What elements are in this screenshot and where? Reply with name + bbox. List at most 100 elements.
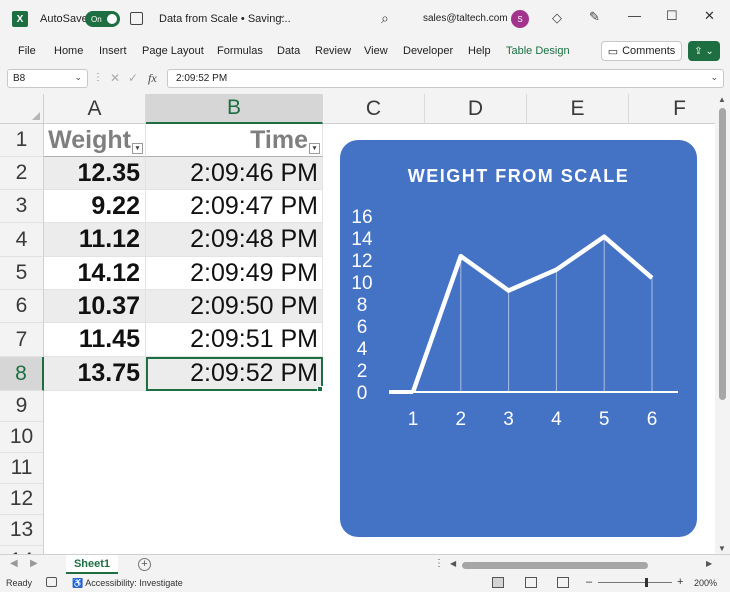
- scroll-left-icon[interactable]: ◀: [450, 559, 456, 568]
- horizontal-scrollbar[interactable]: ◀ ▶: [450, 559, 714, 571]
- close-button[interactable]: ✕: [704, 8, 715, 24]
- weight-cell[interactable]: 9.22: [44, 190, 146, 223]
- avatar[interactable]: S: [511, 10, 529, 28]
- more-icon[interactable]: ⋮: [434, 558, 444, 569]
- minimize-button[interactable]: —: [628, 8, 641, 23]
- fill-handle[interactable]: [317, 386, 323, 392]
- row-header-6[interactable]: 6: [0, 290, 44, 323]
- weight-cell[interactable]: 12.35: [44, 157, 146, 190]
- column-header-b[interactable]: B: [146, 94, 323, 124]
- time-cell[interactable]: 2:09:51 PM: [146, 323, 323, 357]
- scroll-up-icon[interactable]: ▲: [718, 95, 726, 104]
- chart-plot: 02468101214161 2 3 4 5 6: [351, 207, 678, 430]
- scroll-right-icon[interactable]: ▶: [706, 559, 712, 568]
- accessibility-status[interactable]: ♿ Accessibility: Investigate: [72, 578, 183, 589]
- weight-cell[interactable]: 14.12: [44, 257, 146, 290]
- time-cell[interactable]: 2:09:48 PM: [146, 223, 323, 257]
- search-icon[interactable]: ⌕: [381, 10, 389, 27]
- column-header-a[interactable]: A: [44, 94, 146, 124]
- chevron-down-icon[interactable]: ⌄: [74, 72, 82, 83]
- scroll-down-icon[interactable]: ▼: [718, 544, 726, 553]
- cell-a1[interactable]: Weight ▾: [44, 124, 146, 157]
- horizontal-scroll-thumb[interactable]: [462, 562, 648, 569]
- page-break-view-icon[interactable]: [557, 577, 569, 588]
- tab-data[interactable]: Data: [277, 45, 300, 57]
- zoom-out-icon[interactable]: –: [586, 576, 592, 588]
- zoom-slider[interactable]: [598, 582, 672, 583]
- row-header-8[interactable]: 8: [0, 357, 44, 391]
- chevron-down-icon[interactable]: ⌄: [278, 10, 286, 21]
- tab-table-design[interactable]: Table Design: [506, 45, 570, 57]
- weight-cell[interactable]: 10.37: [44, 290, 146, 323]
- row-header-7[interactable]: 7: [0, 323, 44, 357]
- row-header-1[interactable]: 1: [0, 124, 44, 157]
- row-header-2[interactable]: 2: [0, 157, 44, 190]
- tab-page-layout[interactable]: Page Layout: [142, 45, 204, 57]
- row-header-14[interactable]: 14: [0, 546, 44, 554]
- weight-cell[interactable]: 11.12: [44, 223, 146, 257]
- row-header-9[interactable]: 9: [0, 391, 44, 422]
- macro-record-icon[interactable]: [46, 577, 57, 587]
- account-email[interactable]: sales@taltech.com: [423, 13, 508, 24]
- insert-function-icon[interactable]: fx: [148, 71, 157, 86]
- filter-dropdown-icon[interactable]: ▾: [132, 143, 143, 154]
- zoom-in-icon[interactable]: +: [677, 576, 683, 588]
- add-sheet-icon[interactable]: +: [138, 558, 151, 571]
- page-layout-view-icon[interactable]: [525, 577, 537, 588]
- vertical-scrollbar[interactable]: ▲ ▼: [715, 94, 730, 556]
- weight-cell[interactable]: 13.75: [44, 357, 146, 391]
- tab-help[interactable]: Help: [468, 45, 491, 57]
- tab-developer[interactable]: Developer: [403, 45, 453, 57]
- zoom-level[interactable]: 200%: [694, 578, 717, 588]
- weight-cell[interactable]: 11.45: [44, 323, 146, 357]
- time-cell[interactable]: 2:09:49 PM: [146, 257, 323, 290]
- row-header-3[interactable]: 3: [0, 190, 44, 223]
- sheet-tab[interactable]: Sheet1: [66, 555, 118, 574]
- chevron-down-icon[interactable]: ⌄: [710, 72, 718, 83]
- tab-formulas[interactable]: Formulas: [217, 45, 263, 57]
- row-header-11[interactable]: 11: [0, 453, 44, 484]
- cancel-icon[interactable]: ✕: [110, 71, 120, 85]
- column-header-c[interactable]: C: [323, 94, 425, 124]
- tab-home[interactable]: Home: [54, 45, 83, 57]
- prev-sheet-icon[interactable]: ◀: [10, 558, 18, 569]
- share-button[interactable]: ⇪ ⌄: [688, 41, 720, 61]
- select-all-corner[interactable]: [0, 94, 44, 124]
- maximize-button[interactable]: ☐: [666, 8, 678, 24]
- tab-file[interactable]: File: [18, 45, 36, 57]
- column-header-d[interactable]: D: [425, 94, 527, 124]
- comments-button[interactable]: ▭ Comments: [601, 41, 682, 61]
- row-header-12[interactable]: 12: [0, 484, 44, 515]
- tab-view[interactable]: View: [364, 45, 388, 57]
- row-header-10[interactable]: 10: [0, 422, 44, 453]
- zoom-slider-knob[interactable]: [645, 578, 648, 587]
- diamond-icon[interactable]: ◇: [552, 10, 562, 26]
- time-cell[interactable]: 2:09:52 PM: [146, 357, 323, 391]
- column-header-e[interactable]: E: [527, 94, 629, 124]
- more-icon[interactable]: ⋮: [93, 72, 103, 83]
- name-box[interactable]: B8 ⌄: [7, 69, 88, 88]
- worksheet-grid[interactable]: A B C D E F 1 2 3 4 5 6 7 8 9 10 11 12 1…: [0, 94, 715, 554]
- row-header-5[interactable]: 5: [0, 257, 44, 290]
- status-bar: Ready ♿ Accessibility: Investigate – + 2…: [0, 574, 730, 592]
- tab-insert[interactable]: Insert: [99, 45, 127, 57]
- cell-b1[interactable]: Time ▾: [146, 124, 323, 157]
- time-cell[interactable]: 2:09:50 PM: [146, 290, 323, 323]
- vertical-scroll-thumb[interactable]: [719, 108, 726, 400]
- check-icon[interactable]: ✓: [128, 71, 138, 85]
- row-header-4[interactable]: 4: [0, 223, 44, 257]
- document-title[interactable]: Data from Scale • Saving...: [159, 13, 291, 25]
- row-header-13[interactable]: 13: [0, 515, 44, 546]
- line-chart[interactable]: WEIGHT FROM SCALE 0 2 4 6 8 10 12 14 16 1 2 3 4 5 6: [340, 140, 697, 537]
- time-cell[interactable]: 2:09:47 PM: [146, 190, 323, 223]
- filter-dropdown-icon[interactable]: ▾: [309, 143, 320, 154]
- tab-review[interactable]: Review: [315, 45, 351, 57]
- pen-icon[interactable]: ✎: [589, 9, 600, 25]
- save-icon[interactable]: [130, 12, 143, 25]
- next-sheet-icon[interactable]: ▶: [30, 558, 38, 569]
- normal-view-icon[interactable]: [492, 577, 504, 588]
- column-header-f[interactable]: F: [629, 94, 715, 124]
- autosave-toggle[interactable]: On: [85, 11, 120, 27]
- time-cell[interactable]: 2:09:46 PM: [146, 157, 323, 190]
- formula-input[interactable]: 2:09:52 PM ⌄: [167, 69, 724, 88]
